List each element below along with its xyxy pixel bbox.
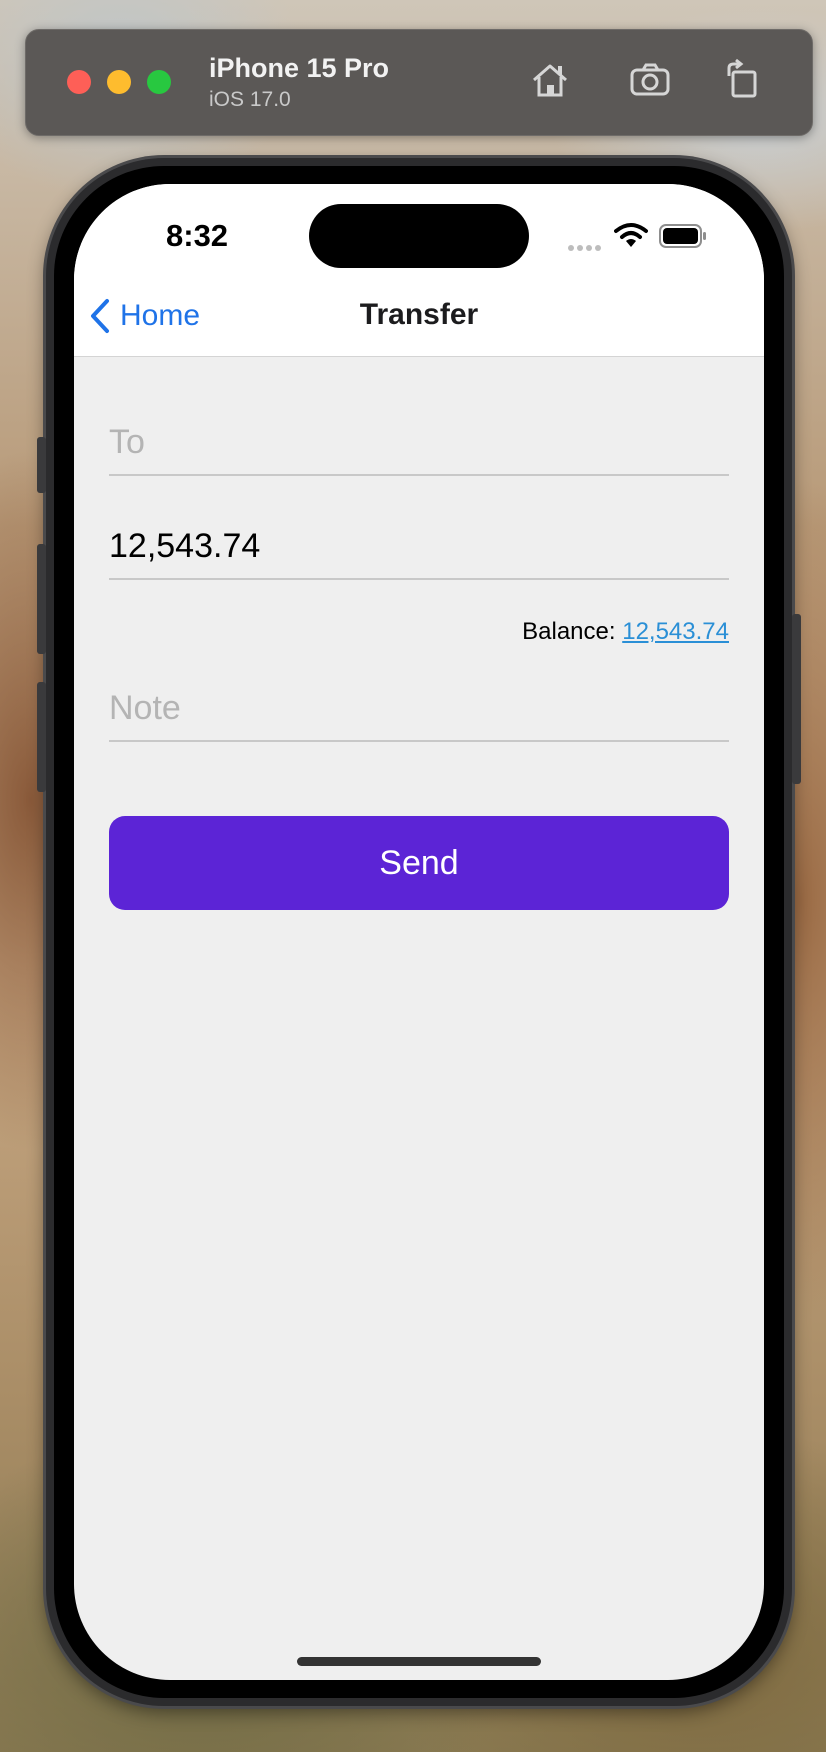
simulator-toolbar: iPhone 15 Pro iOS 17.0 (25, 29, 813, 136)
amount-input[interactable] (109, 514, 729, 578)
note-field (109, 676, 729, 742)
simulator-os-version: iOS 17.0 (209, 88, 291, 111)
home-indicator (297, 1657, 541, 1666)
side-power-button (792, 614, 801, 784)
home-icon[interactable] (528, 58, 572, 102)
to-field (109, 410, 729, 476)
navigation-bar: Home Transfer (74, 274, 764, 357)
to-input[interactable] (109, 410, 729, 474)
rotate-icon[interactable] (720, 58, 764, 102)
status-bar: 8:32 (74, 184, 764, 274)
balance-row: Balance: 12,543.74 (522, 618, 729, 646)
send-button[interactable]: Send (109, 816, 729, 910)
page-title: Transfer (359, 298, 479, 331)
balance-label: Balance: (522, 618, 616, 645)
battery-icon (659, 224, 706, 248)
screenshot-icon[interactable] (628, 58, 672, 102)
dynamic-island (309, 204, 529, 268)
cellular-signal-icon (568, 238, 604, 256)
simulator-device-name: iPhone 15 Pro (209, 53, 390, 83)
mute-switch (37, 437, 46, 493)
wifi-icon (614, 223, 648, 247)
amount-field (109, 514, 729, 580)
app-screen: 8:32 Home Transfer Balance: 12,543.74 (74, 184, 764, 1680)
status-time: 8:32 (166, 218, 229, 253)
balance-value-link[interactable]: 12,543.74 (622, 618, 729, 645)
volume-down-button (37, 682, 46, 792)
note-input[interactable] (109, 676, 729, 740)
zoom-window-button[interactable] (147, 70, 171, 94)
minimize-window-button[interactable] (107, 70, 131, 94)
close-window-button[interactable] (67, 70, 91, 94)
volume-up-button (37, 544, 46, 654)
